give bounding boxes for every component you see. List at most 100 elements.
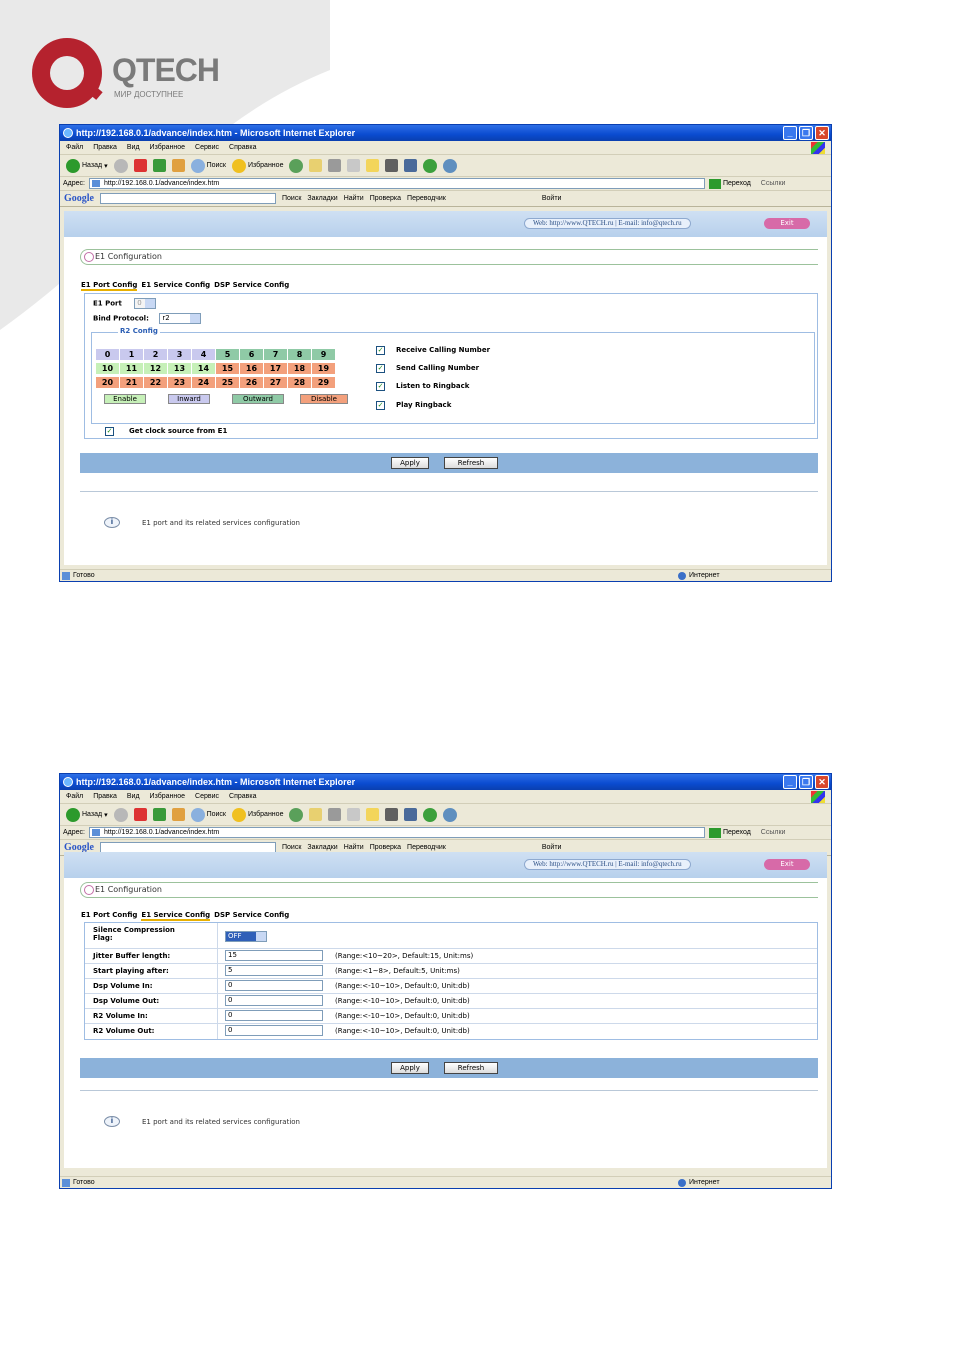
channel-cell[interactable]: 5 — [216, 349, 239, 360]
channel-cell[interactable]: 13 — [168, 363, 191, 374]
channel-cell[interactable]: 25 — [216, 377, 239, 388]
channel-cell[interactable]: 22 — [144, 377, 167, 388]
channel-cell[interactable]: 18 — [288, 363, 311, 374]
channel-cell[interactable]: 16 — [240, 363, 263, 374]
channel-cell[interactable]: 6 — [240, 349, 263, 360]
plugin-icon[interactable] — [423, 158, 438, 173]
home-icon[interactable] — [171, 808, 185, 821]
channel-cell[interactable]: 12 — [144, 363, 167, 374]
channel-cell[interactable]: 0 — [96, 349, 119, 360]
favorites-button[interactable]: Избранное — [231, 807, 283, 822]
tab-dsp-service-config[interactable]: DSP Service Config — [214, 281, 289, 291]
email-link[interactable]: E-mail: info@qtech.ru — [618, 860, 681, 868]
print-icon[interactable] — [328, 159, 342, 172]
channel-cell[interactable]: 17 — [264, 363, 287, 374]
google-bookmarks[interactable]: Закладки — [307, 195, 337, 202]
menu-view[interactable]: Вид — [127, 144, 140, 151]
tab-e1-port-config[interactable]: E1 Port Config — [81, 911, 137, 921]
history-icon[interactable] — [289, 158, 304, 173]
channel-cell[interactable]: 26 — [240, 377, 263, 388]
google-check[interactable]: Проверка — [370, 195, 401, 202]
menu-file[interactable]: Файл — [66, 144, 83, 151]
menu-tools[interactable]: Сервис — [195, 793, 219, 800]
channel-cell[interactable]: 21 — [120, 377, 143, 388]
menu-help[interactable]: Справка — [229, 144, 256, 151]
k-icon[interactable] — [385, 159, 399, 172]
plugin-icon[interactable] — [423, 807, 438, 822]
e1-port-select[interactable]: 0 — [134, 298, 157, 309]
channel-cell[interactable]: 2 — [144, 349, 167, 360]
jitter-buffer-input[interactable]: 15 — [225, 950, 323, 961]
google-search-button[interactable]: Поиск — [282, 844, 301, 851]
forward-arrow-icon[interactable] — [113, 807, 128, 822]
r2-volume-in-input[interactable]: 0 — [225, 1010, 323, 1021]
mail-icon[interactable] — [309, 808, 323, 821]
menu-edit[interactable]: Правка — [93, 793, 117, 800]
web-link[interactable]: Web: http://www.QTECH.ru — [533, 219, 613, 227]
home-icon[interactable] — [171, 159, 185, 172]
channel-cell[interactable]: 1 — [120, 349, 143, 360]
dsp-volume-in-input[interactable]: 0 — [225, 980, 323, 991]
web-link[interactable]: Web: http://www.QTECH.ru — [533, 860, 613, 868]
channel-cell[interactable]: 9 — [312, 349, 335, 360]
forward-arrow-icon[interactable] — [113, 158, 128, 173]
exit-button[interactable]: Exit — [764, 218, 810, 229]
close-button[interactable]: ✕ — [815, 775, 829, 789]
clock-source-checkbox[interactable]: ✓ — [105, 427, 114, 436]
receive-calling-number-checkbox[interactable]: ✓ — [376, 346, 385, 355]
maximize-button[interactable]: ❐ — [799, 126, 813, 140]
send-calling-number-checkbox[interactable]: ✓ — [376, 364, 385, 373]
mail-icon[interactable] — [309, 159, 323, 172]
r2-volume-out-input[interactable]: 0 — [225, 1025, 323, 1036]
favorites-button[interactable]: Избранное — [231, 158, 283, 173]
menu-edit[interactable]: Правка — [93, 144, 117, 151]
google-find[interactable]: Найти — [344, 195, 364, 202]
k-icon[interactable] — [385, 808, 399, 821]
bind-protocol-select[interactable]: r2 — [159, 313, 202, 324]
links-label[interactable]: Ссылки — [761, 180, 786, 187]
channel-cell[interactable]: 11 — [120, 363, 143, 374]
channel-cell[interactable]: 7 — [264, 349, 287, 360]
print-icon[interactable] — [328, 808, 342, 821]
enable-button[interactable]: Enable — [104, 394, 146, 404]
tab-e1-service-config[interactable]: E1 Service Config — [141, 281, 210, 291]
menu-tools[interactable]: Сервис — [195, 144, 219, 151]
edit-icon[interactable] — [347, 159, 361, 172]
channel-cell[interactable]: 8 — [288, 349, 311, 360]
google-bookmarks[interactable]: Закладки — [307, 844, 337, 851]
channel-cell[interactable]: 28 — [288, 377, 311, 388]
inward-button[interactable]: Inward — [168, 394, 210, 404]
channel-cell[interactable]: 20 — [96, 377, 119, 388]
refresh-button[interactable]: Refresh — [444, 1062, 498, 1074]
back-button[interactable]: Назад ▾ — [66, 158, 108, 173]
google-check[interactable]: Проверка — [370, 844, 401, 851]
research-icon[interactable] — [404, 808, 418, 821]
notes-icon[interactable] — [366, 808, 380, 821]
tab-e1-port-config[interactable]: E1 Port Config — [81, 281, 138, 291]
google-login[interactable]: Войти — [542, 195, 562, 202]
tab-e1-service-config[interactable]: E1 Service Config — [141, 911, 211, 921]
disable-button[interactable]: Disable — [300, 394, 348, 404]
exit-button[interactable]: Exit — [764, 859, 810, 870]
apply-button[interactable]: Apply — [391, 1062, 429, 1074]
minimize-button[interactable]: _ — [783, 775, 797, 789]
minimize-button[interactable]: _ — [783, 126, 797, 140]
maximize-button[interactable]: ❐ — [799, 775, 813, 789]
menu-favorites[interactable]: Избранное — [150, 793, 185, 800]
go-button[interactable]: Переход — [708, 827, 751, 838]
links-label[interactable]: Ссылки — [761, 829, 786, 836]
close-button[interactable]: ✕ — [815, 126, 829, 140]
back-button[interactable]: Назад ▾ — [66, 807, 108, 822]
silence-compression-select[interactable]: OFF — [225, 931, 267, 942]
messenger-icon[interactable] — [443, 158, 458, 173]
play-ringback-checkbox[interactable]: ✓ — [376, 401, 385, 410]
menu-help[interactable]: Справка — [229, 793, 256, 800]
google-search-input[interactable] — [100, 193, 276, 204]
messenger-icon[interactable] — [443, 807, 458, 822]
channel-cell[interactable]: 4 — [192, 349, 215, 360]
search-button[interactable]: Поиск — [190, 807, 226, 822]
channel-cell[interactable]: 14 — [192, 363, 215, 374]
channel-cell[interactable]: 15 — [216, 363, 239, 374]
history-icon[interactable] — [289, 807, 304, 822]
edit-icon[interactable] — [347, 808, 361, 821]
